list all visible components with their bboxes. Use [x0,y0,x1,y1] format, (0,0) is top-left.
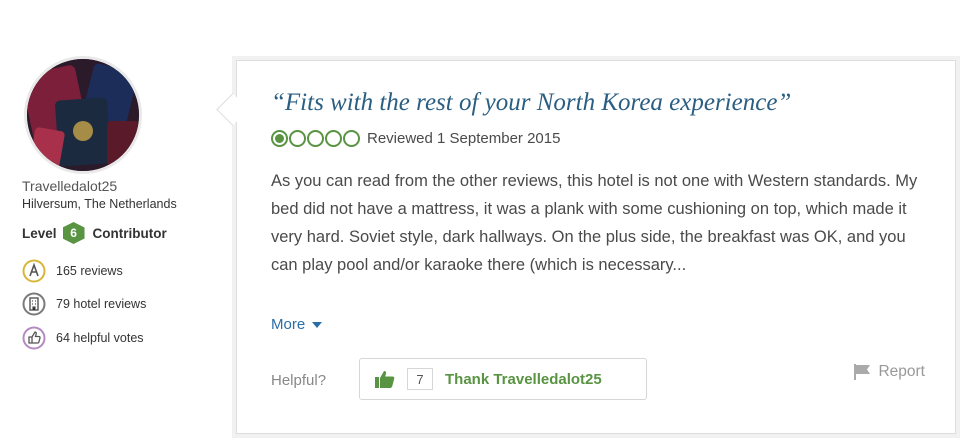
level-badge-icon: 6 [62,222,85,244]
level-prefix: Level [22,225,57,241]
thumbs-up-badge-icon [22,326,46,350]
rating-bubble-icon [289,129,306,147]
more-link[interactable]: More [271,316,323,333]
avatar-image [27,59,139,171]
caret-down-icon [312,321,323,328]
rating-bubble-icon [325,129,342,147]
hotel-building-icon [22,292,46,316]
review-title[interactable]: “Fits with the rest of your North Korea … [271,89,791,117]
reviewer-username[interactable]: Travelledalot25 [22,178,117,194]
thank-label: Thank Travelledalot25 [445,370,602,388]
review-card: “Fits with the rest of your North Korea … [236,60,956,434]
contributor-level: Level 6 Contributor [22,222,167,244]
hotel-reviews-count: 79 hotel reviews [56,297,147,311]
rating-row: Reviewed 1 September 2015 [271,127,560,149]
stat-reviews[interactable]: 165 reviews [22,258,123,284]
bubble-rating [271,129,360,147]
rating-bubble-icon [343,129,360,147]
report-link[interactable]: Report [854,363,925,381]
reviewer-avatar[interactable] [24,56,142,174]
thank-reviewer-button[interactable]: 7 Thank Travelledalot25 [359,358,647,400]
flag-icon [854,364,872,380]
review-date: Reviewed 1 September 2015 [367,129,561,147]
report-label: Report [878,363,925,380]
rating-bubble-icon [271,129,288,147]
reviewer-location: Hilversum, The Netherlands [22,197,177,211]
thumbs-up-icon [375,370,395,388]
stat-hotel-reviews[interactable]: 79 hotel reviews [22,291,146,317]
level-suffix: Contributor [92,225,167,241]
reviews-count: 165 reviews [56,264,123,278]
reviews-badge-icon [22,259,46,283]
rating-bubble-icon [307,129,324,147]
more-label: More [271,316,306,333]
review-body: As you can read from the other reviews, … [271,172,918,274]
stat-helpful-votes[interactable]: 64 helpful votes [22,325,144,351]
helpful-label: Helpful? [271,372,327,389]
thank-count: 7 [407,368,433,390]
helpful-votes-count: 64 helpful votes [56,331,144,345]
